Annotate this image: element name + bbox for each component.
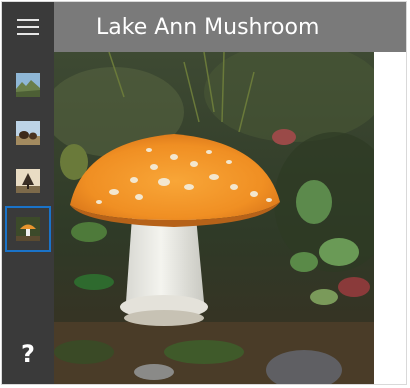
mushroom-photo	[54, 52, 374, 384]
nav-item-landscape[interactable]	[7, 64, 49, 106]
app-window: ? Lake Ann Mushroom	[1, 1, 407, 385]
help-button[interactable]: ?	[2, 334, 54, 374]
help-icon: ?	[21, 340, 35, 368]
nav-item-tree[interactable]	[7, 160, 49, 202]
menu-button[interactable]	[2, 2, 54, 52]
hamburger-icon	[17, 19, 39, 35]
page-title: Lake Ann Mushroom	[96, 14, 320, 40]
nav-item-mushroom[interactable]	[5, 206, 51, 252]
navigation-pane: ?	[2, 2, 54, 384]
tree-thumbnail-icon	[16, 169, 40, 193]
nav-item-bison[interactable]	[7, 112, 49, 154]
title-bar: Lake Ann Mushroom	[54, 2, 406, 52]
bison-thumbnail-icon	[16, 121, 40, 145]
photo-viewer	[54, 52, 374, 384]
mushroom-thumbnail-icon	[16, 217, 40, 241]
landscape-thumbnail-icon	[16, 73, 40, 97]
